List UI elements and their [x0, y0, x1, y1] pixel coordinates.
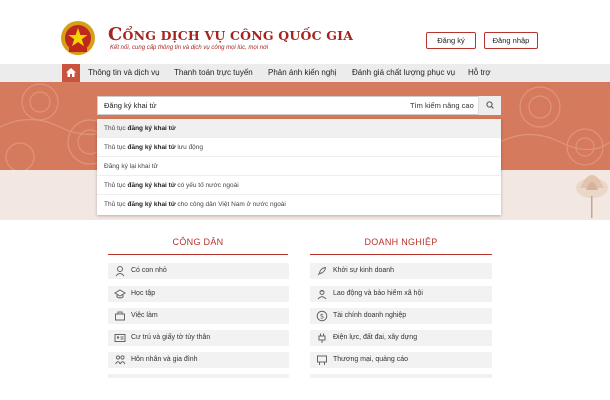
nav-item-services[interactable]: Thông tin và dịch vụ: [88, 64, 160, 82]
nav-item-feedback[interactable]: Phản ánh kiến nghị: [268, 64, 337, 82]
billboard-icon: [317, 355, 327, 365]
site-title-initial: C: [108, 24, 123, 45]
advanced-search-link[interactable]: Tìm kiếm nâng cao: [410, 96, 474, 115]
business-item-label: Tài chính doanh nghiệp: [333, 312, 407, 319]
business-item-label: Khởi sự kinh doanh: [333, 267, 395, 274]
citizen-section-divider: [108, 254, 288, 255]
citizen-item-children[interactable]: Có con nhỏ: [108, 263, 289, 279]
suggestion-prefix: Đăng ký lại khai tử: [104, 163, 158, 170]
suggestion-prefix: Thủ tục: [104, 144, 128, 151]
register-button[interactable]: Đăng ký: [426, 32, 476, 49]
suggestion-match: đăng ký khai tử: [127, 182, 176, 189]
citizen-item-label: Học tập: [131, 290, 156, 297]
suggestion-suffix: cho công dân Việt Nam ở nước ngoài: [175, 201, 286, 208]
business-item-labor[interactable]: Lao động và bảo hiểm xã hội: [310, 286, 492, 302]
login-button[interactable]: Đăng nhập: [484, 32, 538, 49]
business-item-label: Thương mại, quảng cáo: [333, 356, 409, 363]
search-input[interactable]: [104, 97, 394, 114]
suggestion-item[interactable]: Đăng ký lại khai tử: [97, 157, 501, 176]
dollar-icon: $: [316, 310, 328, 322]
suggestion-match: đăng ký khai tử: [127, 144, 176, 151]
suggestion-match: đăng ký khai tử: [127, 125, 176, 132]
svg-text:$: $: [320, 313, 324, 321]
citizen-item-marriage[interactable]: Hôn nhân và gia đình: [108, 352, 289, 368]
business-item-finance[interactable]: $ Tài chính doanh nghiệp: [310, 308, 492, 324]
search-button[interactable]: [478, 96, 501, 115]
graduation-cap-icon: [114, 289, 126, 299]
nav-home[interactable]: [62, 64, 80, 82]
citizen-item-label: Có con nhỏ: [131, 267, 167, 274]
citizen-item-label: Việc làm: [131, 312, 158, 319]
nav-item-payment[interactable]: Thanh toán trực tuyến: [174, 64, 253, 82]
family-icon: [115, 355, 126, 365]
business-item-commerce[interactable]: Thương mại, quảng cáo: [310, 352, 492, 368]
site-title[interactable]: CỔNG DỊCH VỤ CÔNG QUỐC GIA: [108, 24, 353, 45]
home-icon: [66, 68, 76, 77]
citizen-item-partial: [108, 374, 289, 378]
suggestion-item[interactable]: Thủ tục đăng ký khai tử cho công dân Việ…: [97, 195, 501, 214]
suggestion-suffix: có yếu tố nước ngoài: [175, 182, 239, 189]
citizen-item-label: Cư trú và giấy tờ tùy thân: [131, 334, 211, 341]
plug-icon: [318, 333, 326, 343]
citizen-item-residence[interactable]: Cư trú và giấy tờ tùy thân: [108, 330, 289, 346]
nav-item-evaluation[interactable]: Đánh giá chất lượng phục vụ: [352, 64, 455, 82]
lotus-icon: [576, 175, 608, 218]
suggestion-prefix: Thủ tục: [104, 125, 128, 132]
citizen-section-title[interactable]: CÔNG DÂN: [108, 237, 288, 251]
suggestion-prefix: Thủ tục: [104, 182, 128, 189]
business-section-divider: [310, 254, 492, 255]
suggestion-match: đăng ký khai tử: [127, 201, 176, 208]
suggestion-item[interactable]: Thủ tục đăng ký khai tử: [97, 119, 501, 138]
business-item-construction[interactable]: Điện lực, đất đai, xây dựng: [310, 330, 492, 346]
business-section-title[interactable]: DOANH NGHIỆP: [310, 237, 492, 251]
id-card-icon: [114, 334, 126, 342]
search-suggestions: Thủ tục đăng ký khai tử Thủ tục đăng ký …: [97, 119, 501, 215]
site-header: CỔNG DỊCH VỤ CÔNG QUỐC GIA Kết nối, cung…: [0, 0, 610, 64]
worker-icon: [317, 290, 327, 300]
citizen-item-jobs[interactable]: Việc làm: [108, 308, 289, 324]
business-item-label: Điện lực, đất đai, xây dựng: [333, 334, 418, 341]
business-item-startup[interactable]: Khởi sự kinh doanh: [310, 263, 492, 279]
suggestion-item[interactable]: Thủ tục đăng ký khai tử lưu động: [97, 138, 501, 157]
site-subtitle: Kết nối, cung cấp thông tin và dịch vụ c…: [110, 45, 269, 51]
briefcase-icon: [115, 311, 125, 321]
baby-icon: [115, 266, 125, 277]
nav-item-support[interactable]: Hỗ trợ: [468, 64, 491, 82]
suggestion-prefix: Thủ tục: [104, 201, 128, 208]
business-item-partial: [310, 374, 492, 378]
site-title-rest: ỔNG DỊCH VỤ CÔNG QUỐC GIA: [122, 28, 354, 43]
citizen-item-education[interactable]: Học tập: [108, 286, 289, 302]
rocket-icon: [317, 266, 327, 276]
national-emblem-icon[interactable]: [60, 20, 96, 56]
citizen-item-label: Hôn nhân và gia đình: [131, 356, 198, 363]
suggestion-item[interactable]: Thủ tục đăng ký khai tử có yếu tố nước n…: [97, 176, 501, 195]
business-item-label: Lao động và bảo hiểm xã hội: [333, 290, 423, 297]
search-icon: [486, 101, 494, 109]
suggestion-suffix: lưu động: [175, 144, 204, 151]
